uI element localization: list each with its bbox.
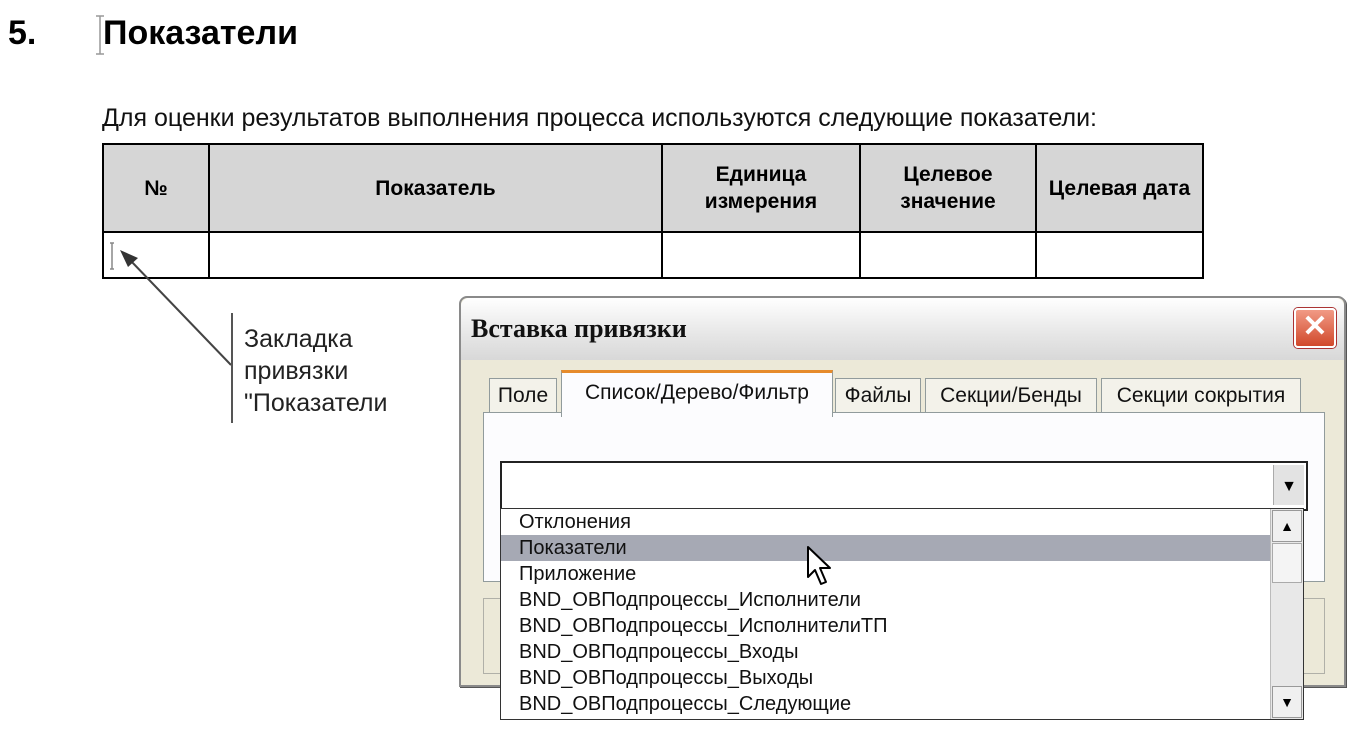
list-item[interactable]: Приложение (501, 561, 1271, 587)
callout-text: Закладка привязки "Показатели (244, 323, 387, 419)
scroll-thumb[interactable] (1272, 543, 1302, 583)
list-item[interactable]: Отклонения (501, 509, 1271, 535)
close-button[interactable]: ✕ (1294, 308, 1336, 348)
tab-field[interactable]: Поле (489, 378, 557, 413)
list-item[interactable]: BND_ОВПодпроцессы_ИсполнителиТП (501, 613, 1271, 639)
callout-line-3: "Показатели (244, 389, 388, 417)
tab-list-tree-filter[interactable]: Список/Дерево/Фильтр (561, 370, 833, 417)
list-item-selected[interactable]: Показатели (501, 535, 1271, 561)
callout-bar (231, 313, 233, 423)
tab-hide-sections[interactable]: Секции сокрытия (1101, 378, 1301, 413)
bookmark-marker-icon (110, 242, 114, 270)
dialog-titlebar[interactable]: Вставка привязки ✕ (461, 298, 1344, 360)
binding-combobox[interactable]: ▼ (500, 461, 1308, 511)
dropdown-list[interactable]: Отклонения Показатели Приложение BND_ОВП… (500, 508, 1304, 720)
scroll-down-icon[interactable]: ▼ (1272, 686, 1302, 718)
callout-line-2: привязки (244, 357, 349, 385)
tab-files[interactable]: Файлы (835, 378, 921, 413)
scroll-up-icon[interactable]: ▲ (1272, 510, 1302, 542)
dialog-title: Вставка привязки (471, 314, 687, 343)
list-item[interactable]: BND_ОВПодпроцессы_Входы (501, 639, 1271, 665)
dropdown-arrow-icon[interactable]: ▼ (1273, 465, 1304, 505)
list-scrollbar[interactable]: ▲ ▼ (1270, 509, 1303, 719)
mouse-pointer-icon (807, 546, 831, 585)
callout-line-1: Закладка (244, 325, 353, 353)
list-item[interactable]: BND_ОВПодпроцессы_Выходы (501, 665, 1271, 691)
tab-sections-bands[interactable]: Секции/Бенды (925, 378, 1097, 413)
list-item[interactable]: BND_ОВПодпроцессы_Исполнители (501, 587, 1271, 613)
list-item[interactable]: BND_ОВПодпроцессы_Следующие (501, 691, 1271, 717)
